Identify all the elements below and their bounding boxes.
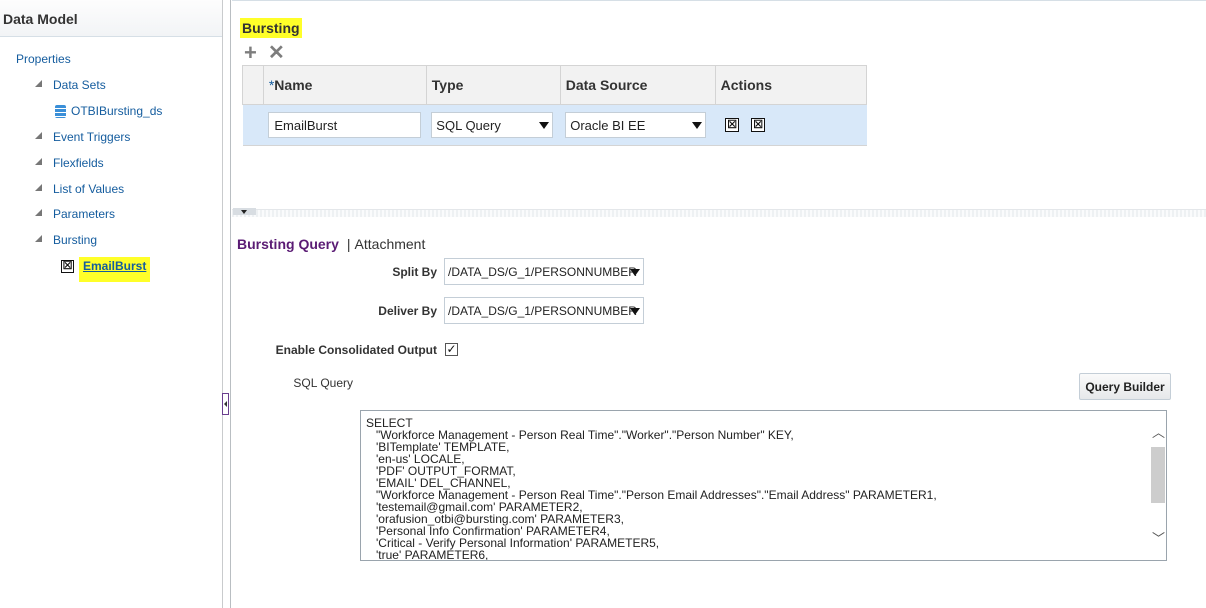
bursting-editor: Bursting + ✕ *Name Type Data Source Acti…: [232, 0, 1206, 608]
cell-type: SQL Query: [426, 104, 561, 146]
expand-triangle-icon[interactable]: [35, 80, 42, 87]
query-builder-button[interactable]: Query Builder: [1079, 373, 1171, 400]
edit-action-icon[interactable]: ☒: [725, 118, 740, 133]
deliver-by-select[interactable]: /DATA_DS/G_1/PERSONNUMBER: [444, 297, 644, 324]
column-header-actions[interactable]: Actions: [714, 65, 868, 105]
database-icon: [55, 105, 66, 118]
tree-item-email-burst[interactable]: EmailBurst: [79, 257, 151, 282]
type-value: SQL Query: [436, 118, 501, 133]
expand-triangle-icon[interactable]: [35, 235, 42, 242]
tree-item-parameters[interactable]: Parameters: [53, 207, 115, 221]
column-header-name[interactable]: *Name: [262, 65, 427, 105]
tab-bursting-query[interactable]: Bursting Query: [237, 236, 339, 252]
deliver-by-value: /DATA_DS/G_1/PERSONNUMBER: [448, 304, 637, 318]
scroll-down-icon[interactable]: ﹀: [1152, 532, 1165, 545]
collapse-section-icon[interactable]: [233, 208, 256, 215]
collapse-panel-icon[interactable]: [222, 393, 229, 415]
scroll-up-icon[interactable]: ︿: [1152, 426, 1165, 439]
subtab-bar: Bursting Query | Attachment: [237, 236, 425, 252]
column-label-name: Name: [274, 77, 313, 93]
delete-icon[interactable]: ✕: [268, 42, 285, 64]
tree-item-list-of-values[interactable]: List of Values: [53, 182, 124, 196]
data-source-select[interactable]: Oracle BI EE: [565, 112, 707, 138]
tree-item-bursting[interactable]: Bursting: [53, 233, 97, 247]
add-icon[interactable]: +: [244, 42, 257, 64]
vertical-splitter[interactable]: [223, 0, 231, 608]
type-select[interactable]: SQL Query: [431, 112, 554, 138]
dropdown-arrow-icon[interactable]: [630, 308, 640, 315]
dropdown-arrow-icon[interactable]: [539, 122, 550, 129]
horizontal-splitter[interactable]: [232, 209, 1206, 217]
sql-scrollbar[interactable]: ︿ ﹀: [1149, 411, 1166, 560]
expand-triangle-icon[interactable]: [35, 132, 42, 139]
data-model-panel: Data Model Properties Data Sets OTBIBurs…: [0, 0, 223, 608]
data-source-value: Oracle BI EE: [570, 118, 646, 133]
cell-data-source: Oracle BI EE: [560, 104, 716, 146]
deliver-by-label: Deliver By: [378, 304, 437, 318]
table-header-row: *Name Type Data Source Actions: [242, 65, 868, 105]
cell-actions: ☒ ☒: [715, 104, 867, 146]
dropdown-arrow-icon[interactable]: [630, 269, 640, 276]
split-by-value: /DATA_DS/G_1/PERSONNUMBER: [448, 265, 637, 279]
top-border: [232, 0, 1206, 3]
tree-item-properties[interactable]: Properties: [16, 52, 71, 66]
column-header-type[interactable]: Type: [425, 65, 561, 105]
sql-query-editor[interactable]: SELECT "Workforce Management - Person Re…: [360, 410, 1167, 561]
header-spacer: [242, 65, 264, 105]
remove-action-icon[interactable]: ☒: [751, 118, 766, 133]
tree-item-event-triggers[interactable]: Event Triggers: [53, 130, 130, 144]
column-header-data-source[interactable]: Data Source: [559, 65, 716, 105]
expand-triangle-icon[interactable]: [35, 158, 42, 165]
expand-triangle-icon[interactable]: [35, 184, 42, 191]
expand-triangle-icon[interactable]: [35, 209, 42, 216]
name-input[interactable]: EmailBurst: [268, 112, 422, 138]
tab-attachment[interactable]: Attachment: [355, 236, 426, 252]
sql-query-label: SQL Query: [293, 376, 353, 390]
consolidated-output-label: Enable Consolidated Output: [275, 343, 437, 357]
bursting-table: *Name Type Data Source Actions EmailBurs…: [242, 65, 868, 146]
split-by-label: Split By: [392, 265, 437, 279]
panel-title: Data Model: [0, 0, 222, 37]
scrollbar-thumb[interactable]: [1151, 447, 1165, 503]
bursting-item-icon: ☒: [61, 260, 74, 273]
tree-item-data-sets[interactable]: Data Sets: [53, 78, 106, 92]
consolidated-output-checkbox[interactable]: ✓: [445, 343, 458, 356]
table-row[interactable]: EmailBurst SQL Query Oracle BI EE ☒ ☒: [242, 104, 867, 146]
tree-item-flexfields[interactable]: Flexfields: [53, 156, 104, 170]
page-title: Bursting: [240, 18, 302, 38]
split-by-select[interactable]: /DATA_DS/G_1/PERSONNUMBER: [444, 258, 644, 285]
tree-item-dataset[interactable]: OTBIBursting_ds: [71, 104, 162, 118]
cell-name: EmailBurst: [263, 104, 427, 146]
dropdown-arrow-icon[interactable]: [692, 122, 703, 129]
tab-separator: |: [346, 236, 351, 252]
sql-query-text[interactable]: SELECT "Workforce Management - Person Re…: [366, 417, 937, 560]
row-selector[interactable]: [242, 104, 264, 146]
